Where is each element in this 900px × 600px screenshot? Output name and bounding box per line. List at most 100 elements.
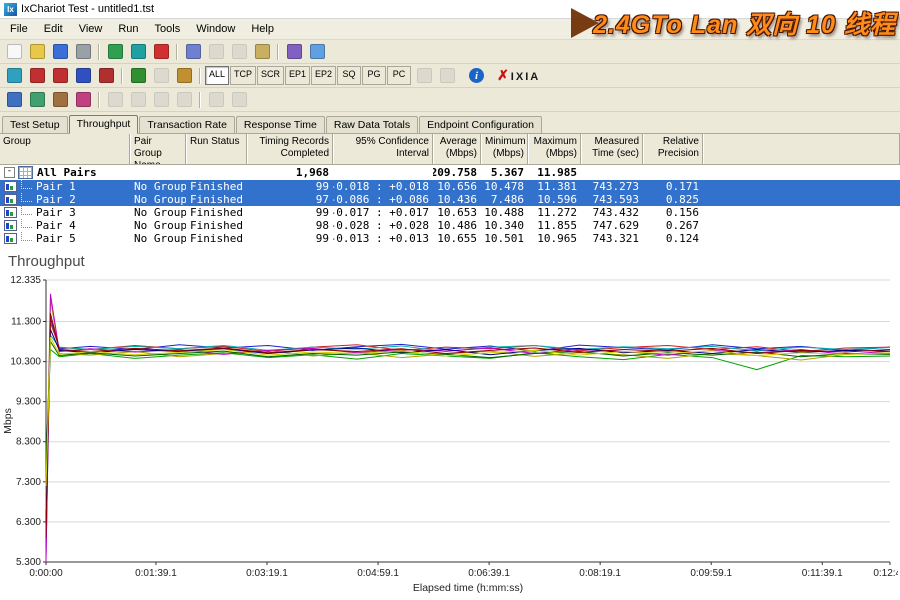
menu-run[interactable]: Run (110, 20, 146, 38)
menu-edit[interactable]: Edit (36, 20, 71, 38)
cell-maximum: 11.381 (528, 180, 581, 193)
tab-raw-data-totals[interactable]: Raw Data Totals (326, 116, 418, 133)
cell-maximum: 10.965 (528, 232, 581, 245)
table-row-pair-3[interactable]: Pair 3No GroupFinished99-0.017 : +0.0171… (0, 206, 900, 219)
cell-group: Pair 1 (0, 180, 130, 193)
filter-tcp[interactable]: TCP (230, 66, 256, 85)
table-row-all-pairs[interactable]: -All Pairs1,968209.7585.36711.985 (0, 165, 900, 180)
tab-response-time[interactable]: Response Time (236, 116, 325, 133)
table-row-pair-2[interactable]: Pair 2No GroupFinished97-0.086 : +0.0861… (0, 193, 900, 206)
group-label: Pair 4 (36, 219, 76, 232)
toolbar-separator (199, 92, 201, 108)
filter-sq[interactable]: SQ (337, 66, 361, 85)
print-icon[interactable] (72, 41, 94, 63)
group-label: Pair 5 (36, 232, 76, 245)
cell-maximum: 10.596 (528, 193, 581, 206)
table-row-pair-5[interactable]: Pair 5No GroupFinished99-0.013 : +0.0131… (0, 232, 900, 245)
cell-pair_group: No Group (130, 206, 186, 219)
stop-test-icon[interactable] (150, 41, 172, 63)
cut-icon (104, 89, 126, 111)
cell-group: Pair 4 (0, 219, 130, 232)
column-header-average[interactable]: Average (Mbps) (433, 134, 481, 164)
filter-pc[interactable]: PC (387, 66, 411, 85)
menu-view[interactable]: View (71, 20, 111, 38)
cell-average: 10.436 (433, 193, 481, 206)
menu-window[interactable]: Window (188, 20, 243, 38)
y-tick-label: 10.300 (10, 357, 41, 368)
open-test-icon[interactable] (26, 41, 48, 63)
column-header-group[interactable]: Group (0, 134, 130, 164)
y-tick-label: 5.300 (16, 557, 41, 568)
view-comparison-icon[interactable] (283, 41, 305, 63)
column-header-records[interactable]: Timing Records Completed (247, 134, 333, 164)
column-header-status[interactable]: Run Status (186, 134, 247, 164)
filter-button-group: ALLTCPSCREP1EP2SQPGPC (205, 66, 412, 85)
menu-bar: FileEditViewRunToolsWindowHelp (0, 19, 900, 40)
add-multicast-group-icon[interactable] (49, 65, 71, 87)
tree-expander-icon[interactable]: - (4, 167, 15, 178)
new-test-icon[interactable] (3, 41, 25, 63)
undo-icon[interactable] (3, 65, 25, 87)
column-header-maximum[interactable]: Maximum (Mbps) (528, 134, 581, 164)
rename-group-icon[interactable] (72, 89, 94, 111)
cell-group: Pair 5 (0, 232, 130, 245)
toolbar-separator (121, 68, 123, 84)
add-group-icon[interactable] (3, 89, 25, 111)
all-pairs-icon (18, 166, 33, 179)
replicate-pair-icon[interactable] (127, 41, 149, 63)
cell-precision: 0.825 (643, 193, 703, 206)
tab-endpoint-configuration[interactable]: Endpoint Configuration (419, 116, 542, 133)
tab-throughput[interactable]: Throughput (69, 115, 139, 134)
refresh-icon (228, 89, 250, 111)
menu-tools[interactable]: Tools (147, 20, 189, 38)
table-row-pair-1[interactable]: Pair 1No GroupFinished99-0.018 : +0.0181… (0, 180, 900, 193)
toolbar-row-2: ALLTCPSCREP1EP2SQPGPC i ✗ IXIA (0, 64, 900, 88)
cell-maximum: 11.855 (528, 219, 581, 232)
toolbar-separator (199, 68, 201, 84)
tab-test-setup[interactable]: Test Setup (2, 116, 68, 133)
poll-endpoints-icon[interactable] (173, 65, 195, 87)
tree-branch (21, 180, 32, 189)
paste-icon[interactable] (251, 41, 273, 63)
filter-ep2[interactable]: EP2 (311, 66, 336, 85)
menu-file[interactable]: File (2, 20, 36, 38)
collapse-groups-icon[interactable] (49, 89, 71, 111)
toolbar-row-1 (0, 40, 900, 64)
expand-groups-icon[interactable] (26, 89, 48, 111)
info-icon[interactable]: i (469, 68, 484, 83)
pair-chart-icon (4, 207, 17, 218)
report-icon[interactable] (306, 41, 328, 63)
save-test-icon[interactable] (49, 41, 71, 63)
table-row-pair-4[interactable]: Pair 4No GroupFinished98-0.028 : +0.0281… (0, 219, 900, 232)
filter-all[interactable]: ALL (205, 66, 229, 85)
cell-average: 209.758 (433, 166, 481, 179)
cell-records: 98 (247, 219, 333, 232)
add-endpoint-pair-icon[interactable] (104, 41, 126, 63)
filter-ep1[interactable]: EP1 (285, 66, 310, 85)
filter-scr[interactable]: SCR (257, 66, 284, 85)
column-header-minimum[interactable]: Minimum (Mbps) (481, 134, 528, 164)
edit-pair-icon[interactable] (72, 65, 94, 87)
cell-records: 99 (247, 206, 333, 219)
column-header-pair_group[interactable]: Pair Group Name (130, 134, 186, 164)
add-pair-icon[interactable] (26, 65, 48, 87)
y-tick-label: 6.300 (16, 517, 41, 528)
column-header-confidence[interactable]: 95% Confidence Interval (333, 134, 433, 164)
x-tick-label: 0:11:39.1 (802, 568, 843, 579)
pair-chart-icon (4, 181, 17, 192)
column-header-precision[interactable]: Relative Precision (643, 134, 703, 164)
pair-chart-icon (4, 220, 17, 231)
filter-pg[interactable]: PG (362, 66, 386, 85)
menu-help[interactable]: Help (243, 20, 282, 38)
title-bar: Ix IxChariot Test - untitled1.tst (0, 0, 900, 19)
column-header-time[interactable]: Measured Time (sec) (581, 134, 643, 164)
tab-transaction-rate[interactable]: Transaction Rate (139, 116, 235, 133)
cell-pair_group: No Group (130, 219, 186, 232)
swap-endpoints-icon[interactable] (182, 41, 204, 63)
x-tick-label: 0:04:59.1 (357, 568, 399, 579)
delete-pair-icon[interactable] (95, 65, 117, 87)
tree-branch (21, 219, 32, 228)
run-test-icon[interactable] (127, 65, 149, 87)
cell-confidence: -0.086 : +0.086 (333, 193, 433, 206)
x-tick-label: 0:09:59.1 (690, 568, 732, 579)
